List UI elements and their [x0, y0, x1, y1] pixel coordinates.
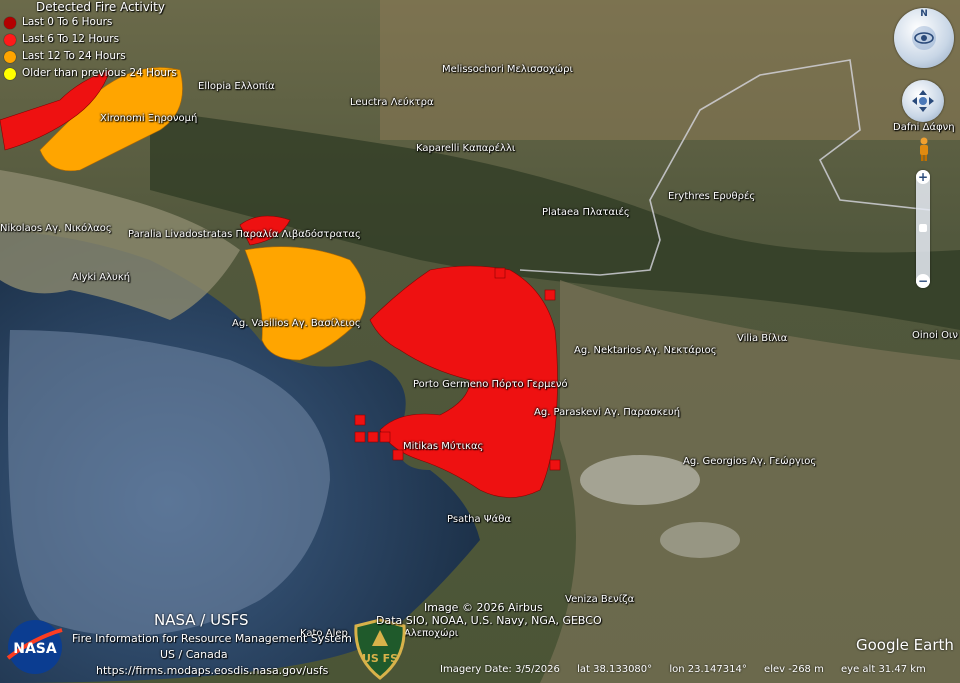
fire-detection-pixel — [549, 459, 561, 471]
place-label: Xironomi Ξηρονομή — [100, 113, 198, 124]
place-label: Αλεποχώρι — [404, 628, 459, 639]
place-label: Melissochori Μελισσοχώρι — [442, 64, 573, 75]
elevation-readout: elev -268 m — [764, 664, 824, 675]
place-label: Nikolaos Αγ. Νικόλαος — [0, 223, 112, 234]
place-label: Plataea Πλαταιές — [542, 207, 630, 218]
place-label: Ag. Vasilios Αγ. Βασίλειος — [232, 318, 361, 329]
cloud — [660, 522, 740, 558]
move-control[interactable] — [902, 80, 944, 122]
compass-north[interactable]: N — [920, 9, 928, 19]
latitude-readout: lat 38.133080° — [577, 664, 653, 675]
usfs-shield-logo: US FS — [354, 618, 406, 680]
satellite-terrain — [0, 0, 960, 683]
legend-title: Detected Fire Activity — [36, 0, 165, 14]
legend-label: Last 0 To 6 Hours — [22, 16, 113, 28]
longitude-readout: lon 23.147314° — [669, 664, 747, 675]
place-label: Leuctra Λεύκτρα — [350, 97, 434, 108]
place-label: Veniza Βενίζα — [565, 594, 635, 605]
place-label: Vilia Βίλια — [737, 333, 788, 344]
fire-detection-pixel — [392, 449, 404, 461]
usfs-logo-text: US FS — [362, 652, 398, 665]
firms-url[interactable]: https://firms.modaps.eosdis.nasa.gov/usf… — [96, 664, 328, 677]
firms-region: US / Canada — [160, 648, 228, 661]
image-credit: Image © 2026 Airbus — [424, 601, 543, 614]
fire-detection-pixel — [544, 289, 556, 301]
place-label: Psatha Ψάθα — [447, 514, 511, 525]
look-around-control[interactable]: N — [894, 8, 954, 68]
legend-label: Older than previous 24 Hours — [22, 67, 177, 79]
zoom-slider[interactable]: + − — [916, 170, 930, 288]
eye-altitude-readout: eye alt 31.47 km — [841, 664, 926, 675]
legend-swatch — [4, 50, 16, 63]
status-bar: Imagery Date: 3/5/2026 lat 38.133080° lo… — [440, 664, 960, 680]
cloud — [580, 455, 700, 505]
place-label: Porto Germeno Πόρτο Γερμενό — [413, 379, 568, 390]
hand-pan-icon — [912, 90, 934, 112]
zoom-slider-thumb[interactable] — [919, 224, 927, 232]
place-label: Ag. Nektarios Αγ. Νεκτάριος — [574, 345, 717, 356]
place-label: Kaparelli Καπαρέλλι — [416, 143, 516, 154]
legend-item: Last 0 To 6 Hours — [0, 14, 190, 31]
fire-detection-pixel — [354, 414, 366, 426]
place-label: Dafni Δάφνη — [893, 122, 955, 133]
legend-label: Last 12 To 24 Hours — [22, 50, 126, 62]
google-earth-logo: Google Earth — [856, 636, 954, 654]
nasa-usfs-title: NASA / USFS — [154, 611, 249, 629]
nasa-logo: NASA — [6, 620, 63, 674]
legend-swatch — [4, 33, 16, 46]
legend-swatch — [4, 16, 16, 29]
legend-label: Last 6 To 12 Hours — [22, 33, 120, 45]
place-label: Alyki Αλυκή — [72, 272, 131, 283]
map-view[interactable]: Detected Fire Activity Last 0 To 6 Hours… — [0, 0, 960, 683]
eye-icon — [912, 26, 936, 50]
fire-detection-pixel — [367, 431, 379, 443]
place-label: Ellopia Ελλοπία — [198, 81, 275, 92]
fire-detection-pixel — [494, 267, 506, 279]
fire-legend: Detected Fire Activity Last 0 To 6 Hours… — [0, 0, 190, 86]
place-label: Ag. Georgios Αγ. Γεώργιος — [683, 456, 817, 467]
place-label: Paralia Livadostratas Παραλία Λιβαδόστρα… — [128, 229, 361, 240]
zoom-in-button[interactable]: + — [916, 170, 930, 184]
legend-item: Older than previous 24 Hours — [0, 65, 190, 82]
street-view-pegman-icon[interactable] — [917, 137, 931, 161]
fire-detection-pixel — [379, 431, 391, 443]
zoom-out-button[interactable]: − — [916, 274, 930, 288]
place-label: Oinoi Οιν — [912, 330, 958, 341]
fire-detection-pixel — [354, 431, 366, 443]
legend-swatch — [4, 67, 16, 80]
place-label: Mitikas Μύτικας — [403, 441, 484, 452]
imagery-date: Imagery Date: 3/5/2026 — [440, 664, 560, 675]
firms-system-name: Fire Information for Resource Management… — [72, 632, 352, 645]
legend-item: Last 12 To 24 Hours — [0, 48, 190, 65]
place-label: Erythres Ερυθρές — [668, 191, 756, 202]
data-credit: Data SIO, NOAA, U.S. Navy, NGA, GEBCO — [376, 614, 602, 627]
legend-item: Last 6 To 12 Hours — [0, 31, 190, 48]
place-label: Ag. Paraskevi Αγ. Παρασκευή — [534, 407, 681, 418]
nasa-logo-text: NASA — [13, 641, 57, 657]
